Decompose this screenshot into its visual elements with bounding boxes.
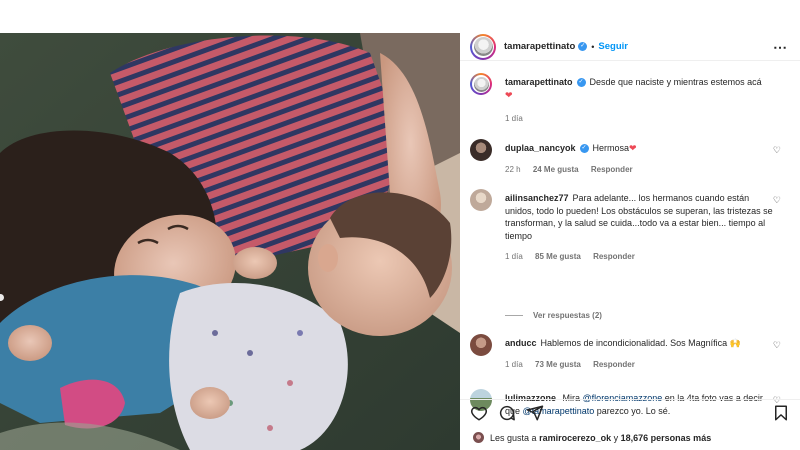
comment-text: Hablemos de incondicionalidad. Sos Magní… xyxy=(540,338,728,348)
caption-body: tamarapettinato ✓ Desde que naciste y mien… xyxy=(505,76,775,126)
red-heart-emoji: ❤ xyxy=(629,143,637,153)
comment-body: duplaa_nancyok ✓ Hermosa❤ 22 h 24 Me gusta… xyxy=(505,142,775,176)
likes-middle: y xyxy=(613,432,619,443)
comment-likes[interactable]: 73 Me gusta xyxy=(535,360,581,369)
more-options-icon[interactable]: ⋯ xyxy=(773,39,788,56)
comment-avatar[interactable] xyxy=(470,189,492,211)
comment-avatar[interactable] xyxy=(470,139,492,161)
author-avatar-inner xyxy=(472,35,494,58)
comments-list[interactable]: tamarapettinato ✓ Desde que naciste y mien… xyxy=(460,73,800,421)
like-comment-icon[interactable]: ♡ xyxy=(773,145,781,156)
emoji-icon: 🙌 xyxy=(729,338,741,348)
post-header: tamarapettinato ✓ • Seguir ⋯ xyxy=(460,33,800,61)
view-replies-label: Ver respuestas (2) xyxy=(533,311,602,320)
author-username[interactable]: tamarapettinato xyxy=(504,41,575,52)
comment-username[interactable]: anducc xyxy=(505,338,537,348)
replies-divider xyxy=(505,315,523,316)
comment-time[interactable]: 22 h xyxy=(505,165,521,174)
post-actions-bar xyxy=(460,399,800,425)
red-heart-emoji: ❤ xyxy=(505,89,513,100)
view-replies-button[interactable]: Ver respuestas (2) xyxy=(505,311,602,320)
caption-meta: 1 día xyxy=(505,113,775,126)
caption-avatar-inner xyxy=(472,75,490,93)
comment-icon[interactable] xyxy=(498,404,516,422)
post-photo-image xyxy=(0,33,460,450)
likes-prefix: Les gusta a xyxy=(490,432,537,443)
like-comment-icon[interactable]: ♡ xyxy=(773,340,781,351)
comment-likes[interactable]: 24 Me gusta xyxy=(533,165,579,174)
follow-button[interactable]: Seguir xyxy=(598,41,628,52)
bookmark-icon[interactable] xyxy=(772,404,790,422)
likes-summary[interactable]: Les gusta a ramirocerezo_ok y 18,676 per… xyxy=(472,431,711,444)
like-comment-icon[interactable]: ♡ xyxy=(773,195,781,206)
verified-icon: ✓ xyxy=(576,78,586,88)
comment-meta: 22 h 24 Me gusta Responder xyxy=(505,164,775,177)
comment-body: anducc Hablemos de incondicionalidad. Sos… xyxy=(505,337,775,371)
comment-time[interactable]: 1 día xyxy=(505,360,523,369)
liker-avatar xyxy=(472,431,485,444)
post-sidebar: tamarapettinato ✓ • Seguir ⋯ tamarapetti… xyxy=(460,33,800,450)
reply-button[interactable]: Responder xyxy=(591,165,633,174)
comment-time[interactable]: 1 día xyxy=(505,252,523,261)
caption-avatar-image xyxy=(473,76,489,92)
post-photo[interactable] xyxy=(0,33,460,450)
caption-time[interactable]: 1 día xyxy=(505,114,523,123)
comment-meta: 1 día 73 Me gusta Responder xyxy=(505,359,775,372)
comment-text: Hermosa xyxy=(592,143,630,153)
comment-username[interactable]: duplaa_nancyok xyxy=(505,143,576,153)
like-icon[interactable] xyxy=(470,404,488,422)
reply-button[interactable]: Responder xyxy=(593,252,635,261)
author-avatar[interactable] xyxy=(470,33,496,60)
comment-avatar[interactable] xyxy=(470,334,492,356)
comment-likes[interactable]: 85 Me gusta xyxy=(535,252,581,261)
share-icon[interactable] xyxy=(526,404,544,422)
caption-username[interactable]: tamarapettinato xyxy=(505,77,573,87)
comment-username[interactable]: ailinsanchez77 xyxy=(505,193,569,203)
likes-count[interactable]: 18,676 personas más xyxy=(621,433,712,443)
comment-meta: 1 día 85 Me gusta Responder xyxy=(505,251,775,264)
liker-username[interactable]: ramirocerezo_ok xyxy=(539,433,611,443)
reply-button[interactable]: Responder xyxy=(593,360,635,369)
caption-text: Desde que naciste y mientras estemos acá xyxy=(589,77,762,87)
comment-body: ailinsanchez77 Para adelante... los herma… xyxy=(505,192,775,264)
header-separator: • xyxy=(591,41,595,52)
verified-icon: ✓ xyxy=(578,42,588,51)
caption-avatar[interactable] xyxy=(470,73,492,95)
verified-icon: ✓ xyxy=(579,144,589,154)
author-avatar-image xyxy=(473,37,493,56)
